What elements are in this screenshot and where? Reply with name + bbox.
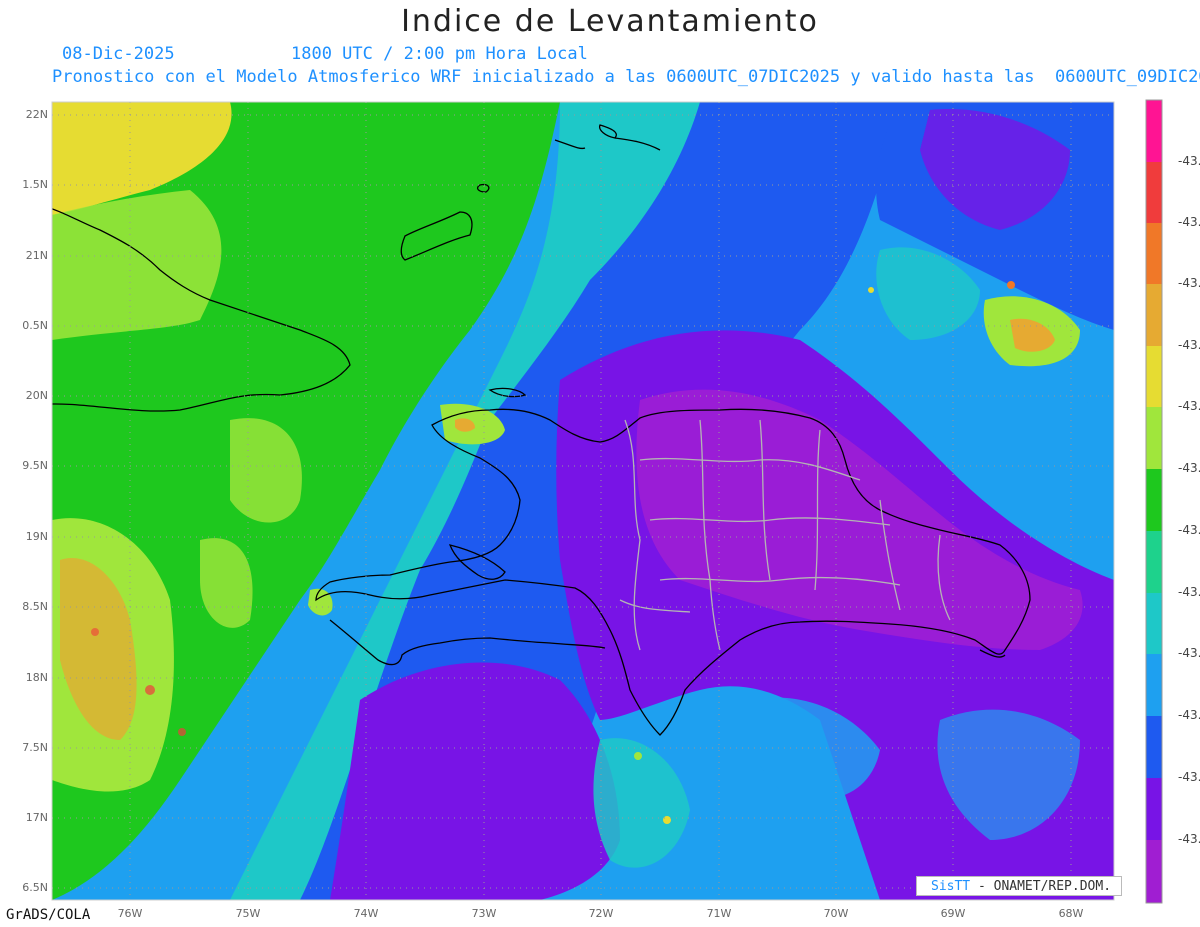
colorbar-label: -43.6 (1178, 770, 1200, 784)
lon-label: 74W (353, 907, 379, 920)
lat-label: 1.5N (22, 178, 48, 191)
lon-label: 71W (706, 907, 732, 920)
lat-label: 7.5N (22, 741, 48, 754)
lat-label: 21N (25, 249, 48, 262)
lat-label: 20N (25, 389, 48, 402)
colorbar-label: -43.7 (1178, 832, 1200, 846)
colorbar-label: -43.5 (1178, 585, 1200, 599)
lon-label: 70W (823, 907, 849, 920)
credit-text: - ONAMET/REP.DOM. (977, 879, 1112, 894)
lat-label: 19N (25, 530, 48, 543)
lat-label: 22N (25, 108, 48, 121)
lon-label: 75W (235, 907, 261, 920)
colorbar-label: -43.2 (1178, 276, 1200, 290)
colorbar-label: -43.4 (1178, 523, 1200, 537)
lifted-index-field (52, 102, 1114, 900)
lat-label: 8.5N (22, 600, 48, 613)
credit-box: SisTT - ONAMET/REP.DOM. (916, 876, 1122, 896)
colorbar-label: -43.3 (1178, 338, 1200, 352)
colorbar (1145, 99, 1163, 904)
grads-label: GrADS/COLA (6, 907, 91, 923)
lon-label: 69W (940, 907, 966, 920)
colorbar-label: -43.4 (1178, 461, 1200, 475)
lat-label: 6.5N (22, 881, 48, 894)
lon-label: 76W (117, 907, 143, 920)
colorbar-label: -43.6 (1178, 708, 1200, 722)
lat-label: 9.5N (22, 459, 48, 472)
sisπ-logo-text: SisTT (931, 879, 971, 894)
colorbar-label: -43.3 (1178, 399, 1200, 413)
lat-label: 0.5N (22, 319, 48, 332)
colorbar-label: -43.2 (1178, 215, 1200, 229)
lon-label: 68W (1058, 907, 1084, 920)
lon-label: 72W (588, 907, 614, 920)
colorbar-label: -43.1 (1178, 154, 1200, 168)
forecast-map (51, 99, 1163, 904)
lon-label: 73W (471, 907, 497, 920)
colorbar-label: -43.5 (1178, 646, 1200, 660)
lat-label: 17N (25, 811, 48, 824)
lat-label: 18N (25, 671, 48, 684)
